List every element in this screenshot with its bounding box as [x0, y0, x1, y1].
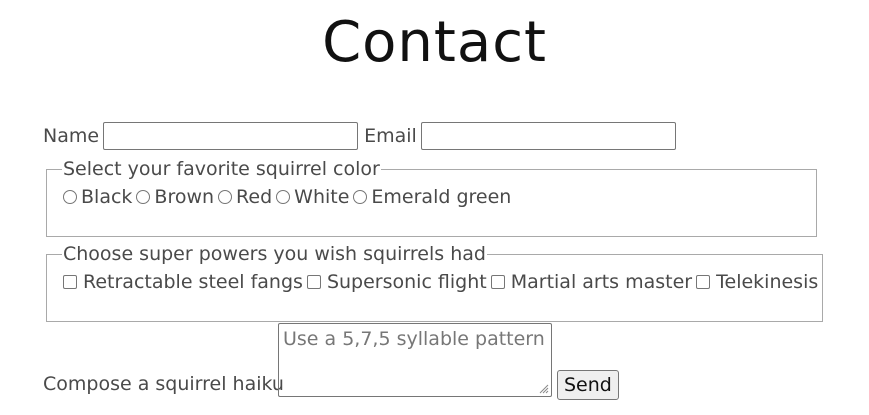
squirrel-color-fieldset: Select your favorite squirrel color Blac…	[46, 158, 817, 237]
send-button[interactable]: Send	[557, 370, 619, 400]
checkbox-label-martial-arts: Martial arts master	[510, 271, 693, 293]
radio-white[interactable]	[276, 190, 291, 204]
checkbox-telekinesis[interactable]	[696, 275, 711, 289]
haiku-textarea[interactable]: Use a 5,7,5 syllable pattern	[278, 323, 552, 397]
checkbox-martial-arts[interactable]	[490, 275, 505, 289]
super-powers-legend: Choose super powers you wish squirrels h…	[63, 243, 486, 265]
email-label: Email	[364, 125, 417, 147]
super-powers-options: Retractable steel fangs Supersonic fligh…	[63, 271, 822, 293]
name-input[interactable]	[103, 122, 359, 150]
checkbox-label-supersonic-flight: Supersonic flight	[326, 271, 487, 293]
page-title: Contact	[322, 10, 547, 75]
checkbox-label-telekinesis: Telekinesis	[716, 271, 819, 293]
email-input[interactable]	[420, 122, 676, 150]
radio-label-brown: Brown	[154, 186, 215, 208]
checkbox-supersonic-flight[interactable]	[306, 275, 321, 289]
radio-black[interactable]	[63, 190, 77, 204]
radio-label-white: White	[294, 186, 350, 208]
radio-label-emerald-green: Emerald green	[371, 186, 512, 208]
radio-red[interactable]	[218, 190, 233, 204]
squirrel-color-legend: Select your favorite squirrel color	[63, 158, 380, 180]
name-label: Name	[43, 125, 100, 147]
contact-page: Contact Name Email Select your favorite …	[0, 0, 869, 415]
super-powers-fieldset: Choose super powers you wish squirrels h…	[46, 243, 824, 322]
contact-row: Name Email	[43, 122, 682, 150]
radio-emerald-green[interactable]	[353, 190, 368, 204]
haiku-placeholder: Use a 5,7,5 syllable pattern	[283, 328, 545, 350]
checkbox-label-steel-fangs: Retractable steel fangs	[83, 271, 303, 293]
checkbox-steel-fangs[interactable]	[63, 275, 77, 289]
squirrel-color-options: Black Brown Red White Emerald green	[63, 186, 816, 208]
resize-grip-icon[interactable]	[539, 384, 549, 394]
radio-brown[interactable]	[136, 190, 151, 204]
haiku-label: Compose a squirrel haiku	[43, 373, 284, 395]
radio-label-red: Red	[236, 186, 273, 208]
radio-label-black: Black	[81, 186, 133, 208]
